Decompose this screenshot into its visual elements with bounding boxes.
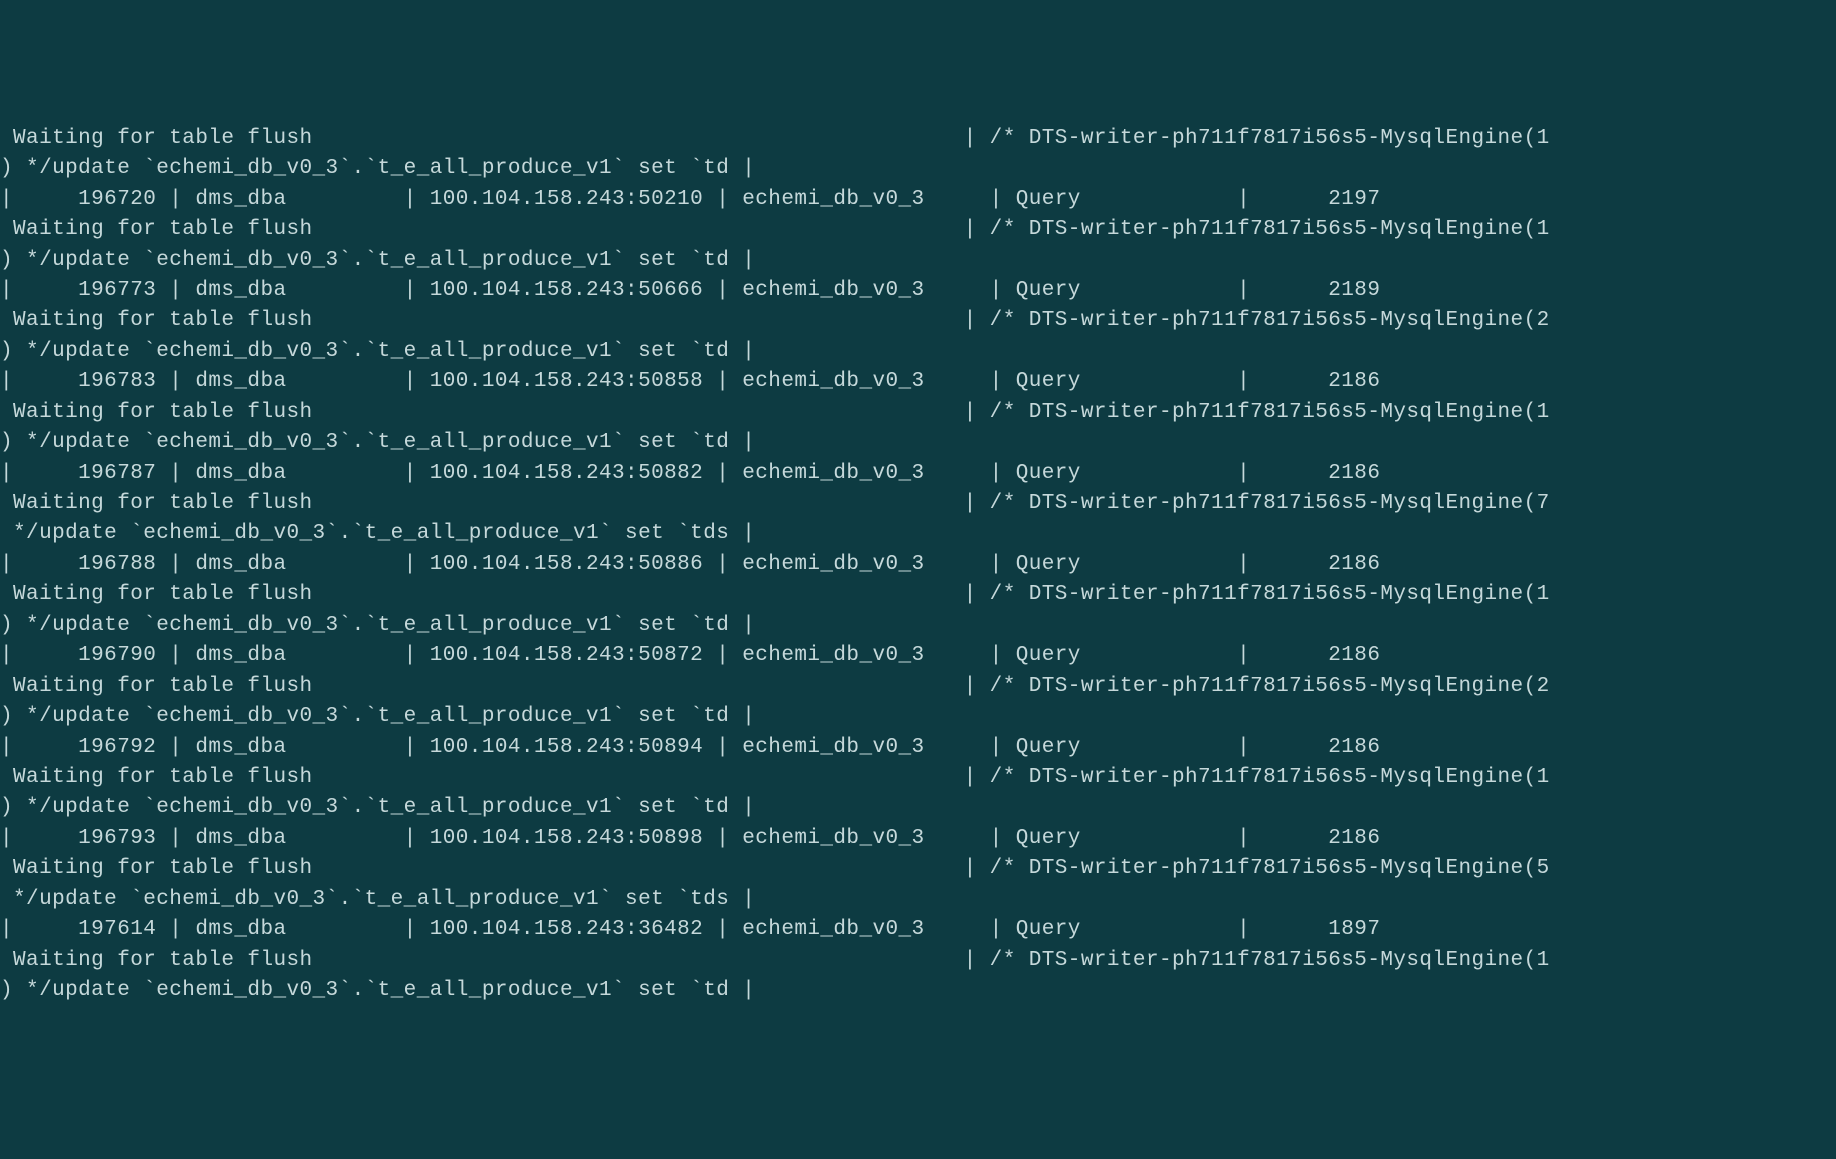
waiting-line: Waiting for table flush | /* DTS-writer-…	[0, 946, 1836, 976]
waiting-line: Waiting for table flush | /* DTS-writer-…	[0, 672, 1836, 702]
waiting-line: Waiting for table flush | /* DTS-writer-…	[0, 763, 1836, 793]
process-row: | 196790 | dms_dba | 100.104.158.243:508…	[0, 641, 1836, 671]
update-line: ) */update `echemi_db_v0_3`.`t_e_all_pro…	[0, 428, 1836, 458]
process-row: | 196783 | dms_dba | 100.104.158.243:508…	[0, 367, 1836, 397]
update-line: */update `echemi_db_v0_3`.`t_e_all_produ…	[0, 519, 1836, 549]
update-line: ) */update `echemi_db_v0_3`.`t_e_all_pro…	[0, 337, 1836, 367]
waiting-line: Waiting for table flush | /* DTS-writer-…	[0, 398, 1836, 428]
waiting-line: Waiting for table flush | /* DTS-writer-…	[0, 854, 1836, 884]
process-row: | 196793 | dms_dba | 100.104.158.243:508…	[0, 824, 1836, 854]
process-row: | 196792 | dms_dba | 100.104.158.243:508…	[0, 733, 1836, 763]
update-line: ) */update `echemi_db_v0_3`.`t_e_all_pro…	[0, 793, 1836, 823]
update-line: ) */update `echemi_db_v0_3`.`t_e_all_pro…	[0, 154, 1836, 184]
update-line: ) */update `echemi_db_v0_3`.`t_e_all_pro…	[0, 702, 1836, 732]
process-row: | 196788 | dms_dba | 100.104.158.243:508…	[0, 550, 1836, 580]
terminal-output: Waiting for table flush | /* DTS-writer-…	[0, 124, 1836, 1007]
update-line: */update `echemi_db_v0_3`.`t_e_all_produ…	[0, 885, 1836, 915]
process-row: | 196773 | dms_dba | 100.104.158.243:506…	[0, 276, 1836, 306]
update-line: ) */update `echemi_db_v0_3`.`t_e_all_pro…	[0, 611, 1836, 641]
update-line: ) */update `echemi_db_v0_3`.`t_e_all_pro…	[0, 976, 1836, 1006]
update-line: ) */update `echemi_db_v0_3`.`t_e_all_pro…	[0, 246, 1836, 276]
waiting-line: Waiting for table flush | /* DTS-writer-…	[0, 306, 1836, 336]
process-row: | 196720 | dms_dba | 100.104.158.243:502…	[0, 185, 1836, 215]
waiting-line: Waiting for table flush | /* DTS-writer-…	[0, 580, 1836, 610]
waiting-line: Waiting for table flush | /* DTS-writer-…	[0, 215, 1836, 245]
process-row: | 197614 | dms_dba | 100.104.158.243:364…	[0, 915, 1836, 945]
process-row: | 196787 | dms_dba | 100.104.158.243:508…	[0, 459, 1836, 489]
waiting-line: Waiting for table flush | /* DTS-writer-…	[0, 124, 1836, 154]
waiting-line: Waiting for table flush | /* DTS-writer-…	[0, 489, 1836, 519]
